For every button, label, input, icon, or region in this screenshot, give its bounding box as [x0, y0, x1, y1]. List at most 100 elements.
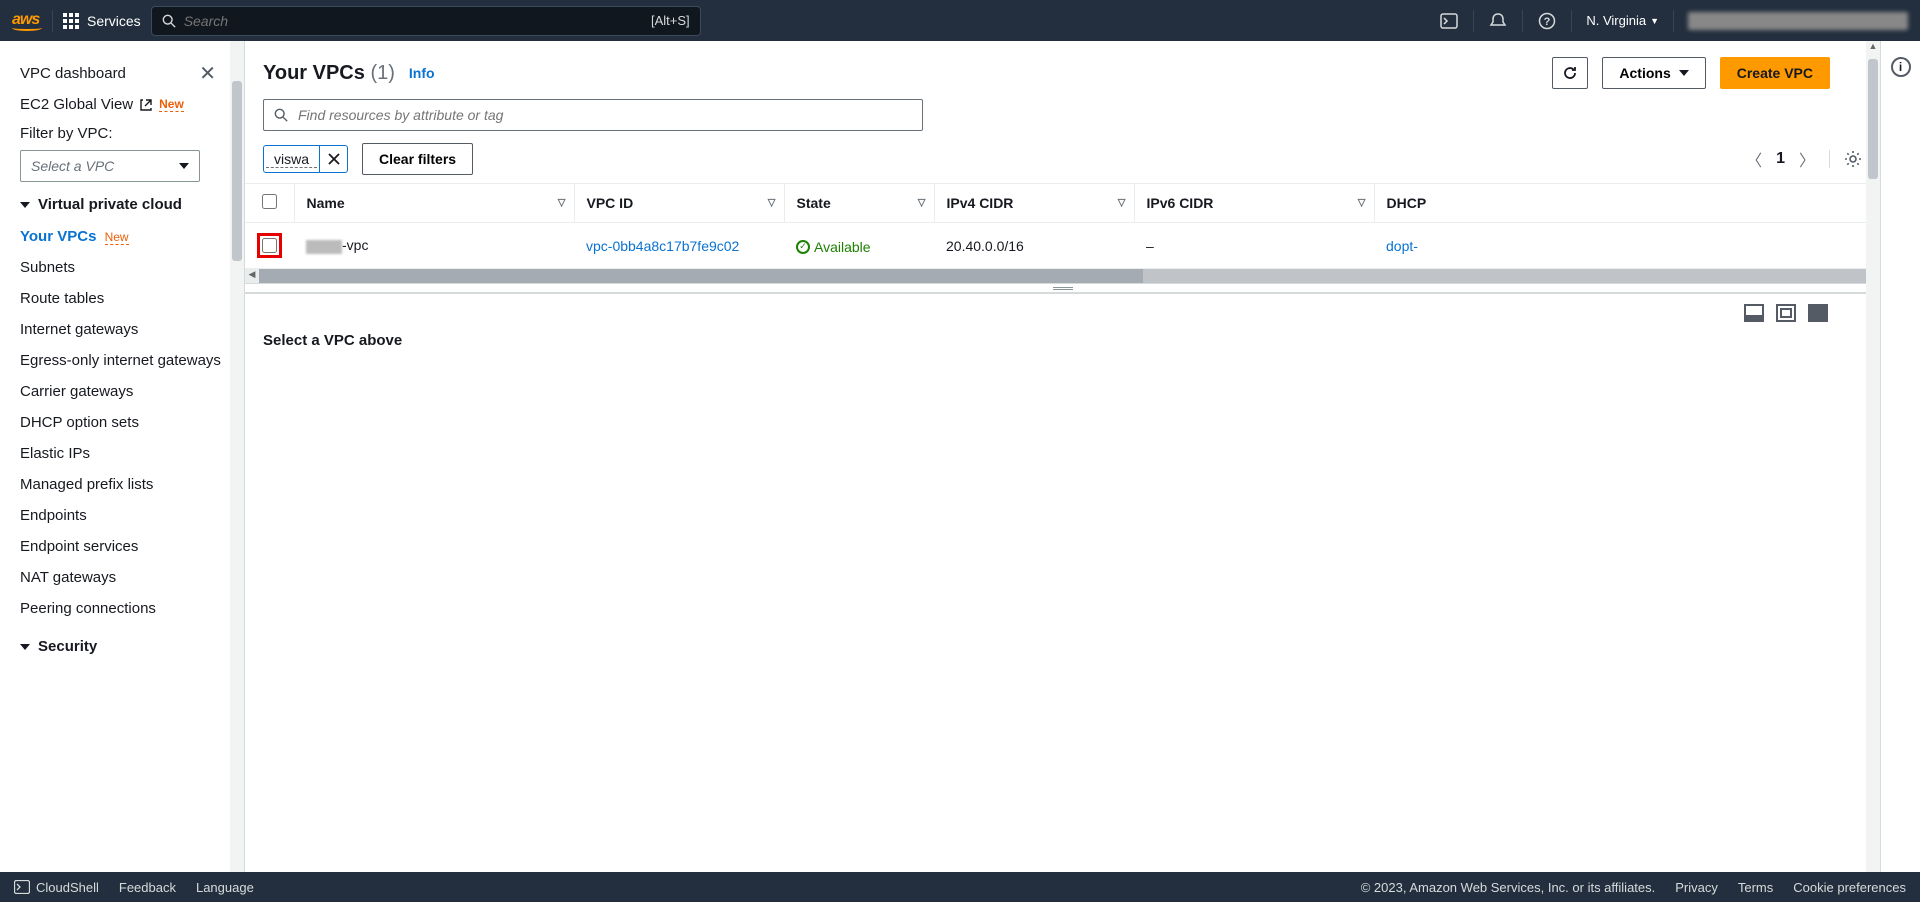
section-security[interactable]: Security [20, 638, 244, 655]
notifications-icon[interactable] [1488, 11, 1508, 31]
sort-icon[interactable]: ▽ [918, 198, 926, 209]
next-page-button[interactable]: 〉 [1799, 147, 1815, 171]
close-sidebar-icon[interactable]: ✕ [199, 61, 216, 86]
info-panel-toggle[interactable]: i [1891, 57, 1911, 77]
row-checkbox[interactable] [262, 238, 277, 253]
col-dhcp[interactable]: DHCP [1374, 184, 1880, 223]
col-label: State [797, 195, 831, 211]
chevron-down-icon [1679, 70, 1689, 76]
refresh-icon [1562, 65, 1578, 81]
col-ipv4-cidr[interactable]: IPv4 CIDR▽ [934, 184, 1134, 223]
page-header: Your VPCs (1) Info Actions Create VPC [245, 41, 1880, 99]
col-label: Name [307, 195, 345, 211]
nav-subnets[interactable]: Subnets [20, 252, 244, 283]
refresh-button[interactable] [1552, 57, 1588, 89]
col-ipv6-cidr[interactable]: IPv6 CIDR▽ [1134, 184, 1374, 223]
chevron-down-icon: ▼ [1650, 16, 1659, 26]
table-settings-button[interactable] [1829, 150, 1862, 168]
col-name[interactable]: Name ▽ [294, 184, 574, 223]
cloudshell-icon[interactable] [1439, 11, 1459, 31]
vpc-filter-select[interactable]: Select a VPC [20, 150, 200, 182]
global-search[interactable]: [Alt+S] [151, 6, 701, 36]
resource-search[interactable] [263, 99, 923, 131]
account-menu[interactable] [1688, 12, 1908, 30]
sort-icon[interactable]: ▽ [1118, 198, 1126, 209]
nav-endpoints[interactable]: Endpoints [20, 500, 244, 531]
filter-tag-text[interactable]: viswa [266, 151, 317, 168]
nav-carrier-gateways[interactable]: Carrier gateways [20, 376, 244, 407]
cell-ipv6: – [1134, 223, 1374, 269]
search-input[interactable] [184, 13, 643, 29]
help-icon[interactable]: ? [1537, 11, 1557, 31]
layout-bottom-button[interactable] [1744, 304, 1764, 322]
cell-state: ✓Available [784, 223, 934, 269]
gear-icon [1844, 150, 1862, 168]
col-state[interactable]: State ▽ [784, 184, 934, 223]
detail-empty-message: Select a VPC above [261, 322, 1864, 349]
services-menu[interactable]: Services [63, 13, 141, 29]
language-link[interactable]: Language [196, 880, 254, 895]
sidebar-scrollbar[interactable] [230, 41, 244, 872]
vpc-id-link[interactable]: vpc-0bb4a8c17b7fe9c02 [586, 238, 739, 254]
table-horizontal-scrollbar[interactable]: ◀ ▶ [245, 269, 1880, 283]
col-vpc-id[interactable]: VPC ID▽ [574, 184, 784, 223]
svg-text:?: ? [1544, 16, 1551, 28]
nav-egress-gateways[interactable]: Egress-only internet gateways [20, 345, 244, 376]
prev-page-button[interactable]: 〈 [1746, 147, 1762, 171]
select-all-checkbox[interactable] [262, 194, 277, 209]
grid-icon [63, 13, 79, 29]
sort-icon[interactable]: ▽ [1358, 198, 1366, 209]
cell-ipv4: 20.40.0.0/16 [934, 223, 1134, 269]
table-row[interactable]: -vpc vpc-0bb4a8c17b7fe9c02 ✓Available 20… [245, 223, 1880, 269]
section-label: Virtual private cloud [38, 196, 182, 213]
name-suffix: -vpc [342, 237, 368, 253]
vpc-dashboard-link[interactable]: VPC dashboard [20, 65, 126, 82]
nav-nat-gateways[interactable]: NAT gateways [20, 562, 244, 593]
feedback-link[interactable]: Feedback [119, 880, 176, 895]
scrollbar-thumb[interactable] [1868, 59, 1878, 179]
dhcp-link[interactable]: dopt- [1386, 238, 1418, 254]
cloudshell-footer-button[interactable]: CloudShell [14, 880, 99, 895]
nav-internet-gateways[interactable]: Internet gateways [20, 314, 244, 345]
scrollbar-thumb[interactable] [232, 81, 242, 261]
sort-icon[interactable]: ▽ [768, 198, 776, 209]
terms-link[interactable]: Terms [1738, 880, 1773, 895]
nav-endpoint-services[interactable]: Endpoint services [20, 531, 244, 562]
main-layout: VPC dashboard ✕ EC2 Global View New Filt… [0, 41, 1920, 872]
scroll-up-icon[interactable]: ▲ [1866, 41, 1880, 57]
detail-panel: Select a VPC above [245, 293, 1880, 872]
nav-route-tables[interactable]: Route tables [20, 283, 244, 314]
splitter-handle[interactable] [245, 283, 1880, 293]
layout-side-button[interactable] [1776, 304, 1796, 322]
sort-icon[interactable]: ▽ [558, 198, 566, 209]
new-badge: New [159, 97, 184, 112]
scroll-thumb[interactable] [259, 269, 1143, 283]
nav-dhcp-option-sets[interactable]: DHCP option sets [20, 407, 244, 438]
clear-filters-button[interactable]: Clear filters [362, 143, 473, 175]
cookie-preferences-link[interactable]: Cookie preferences [1793, 880, 1906, 895]
pagination: 〈 1 〉 [1746, 147, 1862, 171]
nav-peering-connections[interactable]: Peering connections [20, 593, 244, 624]
nav-your-vpcs[interactable]: Your VPCs New [20, 221, 244, 252]
ec2-global-view-link[interactable]: EC2 Global View New [20, 96, 244, 113]
layout-full-button[interactable] [1808, 304, 1828, 322]
scroll-left-icon[interactable]: ◀ [245, 269, 259, 283]
info-link[interactable]: Info [409, 65, 435, 81]
section-virtual-private-cloud[interactable]: Virtual private cloud [20, 196, 244, 213]
cloudshell-icon [14, 880, 30, 894]
privacy-link[interactable]: Privacy [1675, 880, 1718, 895]
info-panel-rail: i [1880, 41, 1920, 872]
region-selector[interactable]: N. Virginia ▼ [1586, 13, 1659, 28]
nav-managed-prefix-lists[interactable]: Managed prefix lists [20, 469, 244, 500]
actions-button[interactable]: Actions [1602, 57, 1705, 89]
aws-logo[interactable]: aws [12, 11, 42, 31]
region-label: N. Virginia [1586, 13, 1646, 28]
content-scrollbar[interactable]: ▲ [1866, 41, 1880, 872]
resource-search-input[interactable] [298, 107, 912, 123]
scroll-track[interactable] [259, 269, 1866, 283]
new-badge: New [105, 230, 129, 245]
create-vpc-button[interactable]: Create VPC [1720, 57, 1830, 89]
remove-filter-button[interactable] [319, 146, 347, 172]
search-icon [274, 108, 288, 122]
nav-elastic-ips[interactable]: Elastic IPs [20, 438, 244, 469]
